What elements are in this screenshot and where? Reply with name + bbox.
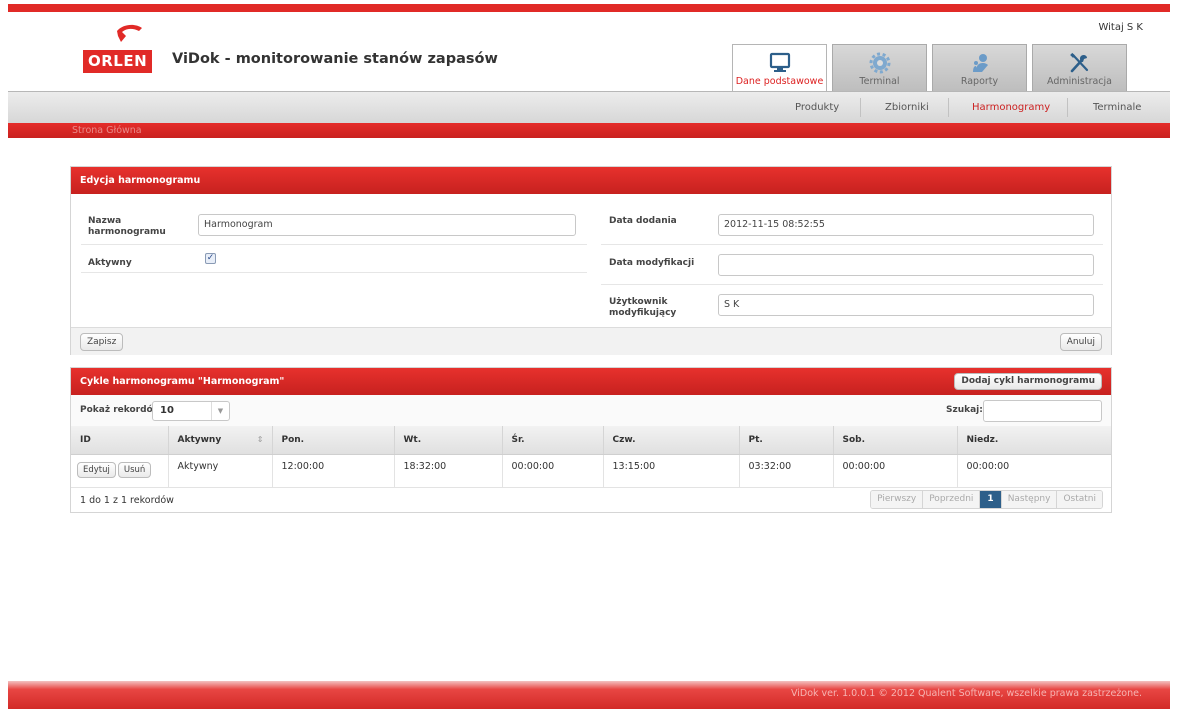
date-added-label: Data dodania — [609, 216, 677, 226]
tab-label: Dane podstawowe — [735, 76, 824, 87]
date-modified-label: Data modyfikacji — [609, 258, 695, 268]
table-toolbar: Pokaż rekordów 10 ▼ Szukaj: — [71, 395, 1111, 426]
column-header-sun[interactable]: Niedz. — [957, 426, 1111, 455]
pager-last-button[interactable]: Ostatni — [1057, 491, 1102, 508]
pagination: Pierwszy Poprzedni 1 Następny Ostatni — [870, 490, 1103, 509]
cell-sun: 00:00:00 — [957, 454, 1111, 488]
cancel-button[interactable]: Anuluj — [1059, 333, 1102, 351]
copyright-text: ViDok ver. 1.0.0.1 © 2012 Qualent Softwa… — [790, 688, 1142, 699]
page-size-select[interactable]: 10 ▼ — [152, 401, 230, 421]
subnav-item-terminale[interactable]: Terminale — [1093, 102, 1141, 113]
gear-icon — [869, 52, 890, 74]
date-modified-field[interactable] — [718, 254, 1094, 276]
edit-button[interactable]: Edytuj — [77, 461, 116, 478]
pager-next-button[interactable]: Następny — [1001, 491, 1058, 508]
row-actions: Edytuj Usuń — [71, 454, 169, 488]
user-greeting: Witaj S K — [1098, 22, 1143, 33]
date-added-field[interactable]: 2012-11-15 08:52:55 — [718, 214, 1094, 236]
tab-raporty[interactable]: Raporty — [932, 44, 1027, 92]
search-label: Szukaj: — [946, 405, 983, 415]
save-button[interactable]: Zapisz — [80, 333, 124, 351]
orlen-logo[interactable]: ORLEN — [83, 22, 155, 74]
column-header-tue[interactable]: Wt. — [394, 426, 503, 455]
column-header-fri[interactable]: Pt. — [739, 426, 834, 455]
breadcrumb-home-link[interactable]: Strona Główna — [72, 125, 142, 136]
schedule-cycles-panel: Cykle harmonogramu "Harmonogram" Dodaj c… — [70, 367, 1112, 513]
user-chart-icon — [972, 54, 988, 72]
table-header-row: ID Aktywny ⇕ Pon. Wt. Śr. Czw. Pt. Sob. N… — [71, 426, 1111, 455]
column-header-id[interactable]: ID — [71, 426, 169, 455]
pager-prev-button[interactable]: Poprzedni — [923, 491, 981, 508]
tab-administracja[interactable]: Administracja — [1032, 44, 1127, 92]
cell-sat: 00:00:00 — [833, 454, 958, 488]
row-divider — [81, 244, 587, 245]
top-red-bar — [8, 4, 1170, 12]
table-info: 1 do 1 z 1 rekordów — [80, 495, 174, 506]
modified-by-label: Użytkownik modyfikujący — [609, 297, 677, 318]
cell-tue: 18:32:00 — [394, 454, 503, 488]
form-footer: Zapisz Anuluj — [71, 327, 1111, 355]
delete-button[interactable]: Usuń — [117, 461, 152, 478]
sub-navigation: Produkty Zbiorniki Harmonogramy Terminal… — [8, 92, 1170, 123]
tab-label: Raporty — [960, 76, 999, 87]
subnav-separator — [1067, 98, 1068, 117]
tools-icon — [1069, 52, 1088, 73]
column-header-sat[interactable]: Sob. — [833, 426, 958, 455]
panel-title-text: Cykle harmonogramu "Harmonogram" — [80, 376, 285, 387]
subnav-separator — [948, 98, 949, 117]
page-size-value: 10 — [160, 405, 174, 416]
tab-label: Administracja — [1046, 76, 1112, 87]
column-header-active[interactable]: Aktywny ⇕ — [168, 426, 273, 455]
subnav-item-produkty[interactable]: Produkty — [795, 102, 839, 113]
eagle-logo-icon — [117, 24, 142, 42]
pager-current-page[interactable]: 1 — [980, 491, 1002, 508]
subnav-separator — [860, 98, 861, 117]
active-checkbox[interactable]: ✓ — [205, 253, 216, 264]
logo-text: ORLEN — [83, 50, 153, 73]
add-cycle-button[interactable]: Dodaj cykl harmonogramu — [954, 373, 1102, 390]
column-header-wed[interactable]: Śr. — [502, 426, 604, 455]
cycles-table: ID Aktywny ⇕ Pon. Wt. Śr. Czw. Pt. Sob. N… — [71, 426, 1111, 488]
cell-mon: 12:00:00 — [272, 454, 395, 488]
tab-dane-podstawowe[interactable]: Dane podstawowe — [732, 44, 827, 93]
breadcrumb-bar: Strona Główna — [8, 123, 1170, 138]
cell-thu: 13:15:00 — [603, 454, 740, 488]
table-row: Edytuj Usuń Aktywny 12:00:00 18:32:00 00:… — [71, 454, 1111, 488]
column-header-thu[interactable]: Czw. — [603, 426, 740, 455]
cell-fri: 03:32:00 — [739, 454, 834, 488]
main-tabs: Dane podstawowe Terminal Raporty Adminis… — [732, 44, 1132, 93]
sort-icon: ⇕ — [256, 435, 264, 444]
subnav-item-harmonogramy[interactable]: Harmonogramy — [972, 102, 1050, 113]
page-size-label: Pokaż rekordów — [80, 405, 162, 415]
monitor-icon — [769, 52, 790, 72]
row-divider — [601, 284, 1103, 285]
tab-terminal[interactable]: Terminal — [832, 44, 927, 92]
modified-by-field[interactable]: S K — [718, 294, 1094, 316]
row-divider — [81, 272, 587, 273]
active-label: Aktywny — [88, 258, 132, 268]
page-footer: ViDok ver. 1.0.0.1 © 2012 Qualent Softwa… — [8, 681, 1170, 709]
cell-wed: 00:00:00 — [502, 454, 604, 488]
schedule-name-input[interactable]: Harmonogram — [198, 214, 576, 236]
pager-first-button[interactable]: Pierwszy — [871, 491, 924, 508]
panel-title: Cykle harmonogramu "Harmonogram" Dodaj c… — [71, 368, 1111, 395]
tab-label: Terminal — [859, 76, 900, 87]
search-input[interactable] — [983, 400, 1102, 422]
cell-active: Aktywny — [168, 454, 273, 488]
subnav-item-zbiorniki[interactable]: Zbiorniki — [885, 102, 929, 113]
app-title: ViDok - monitorowanie stanów zapasów — [172, 51, 498, 67]
chevron-down-icon: ▼ — [211, 402, 229, 420]
column-header-mon[interactable]: Pon. — [272, 426, 395, 455]
edit-schedule-panel: Edycja harmonogramu Nazwa harmonogramu H… — [70, 166, 1112, 355]
panel-title: Edycja harmonogramu — [71, 167, 1111, 194]
row-divider — [601, 244, 1103, 245]
column-header-label: Aktywny — [177, 434, 222, 445]
name-label: Nazwa harmonogramu — [88, 216, 166, 237]
